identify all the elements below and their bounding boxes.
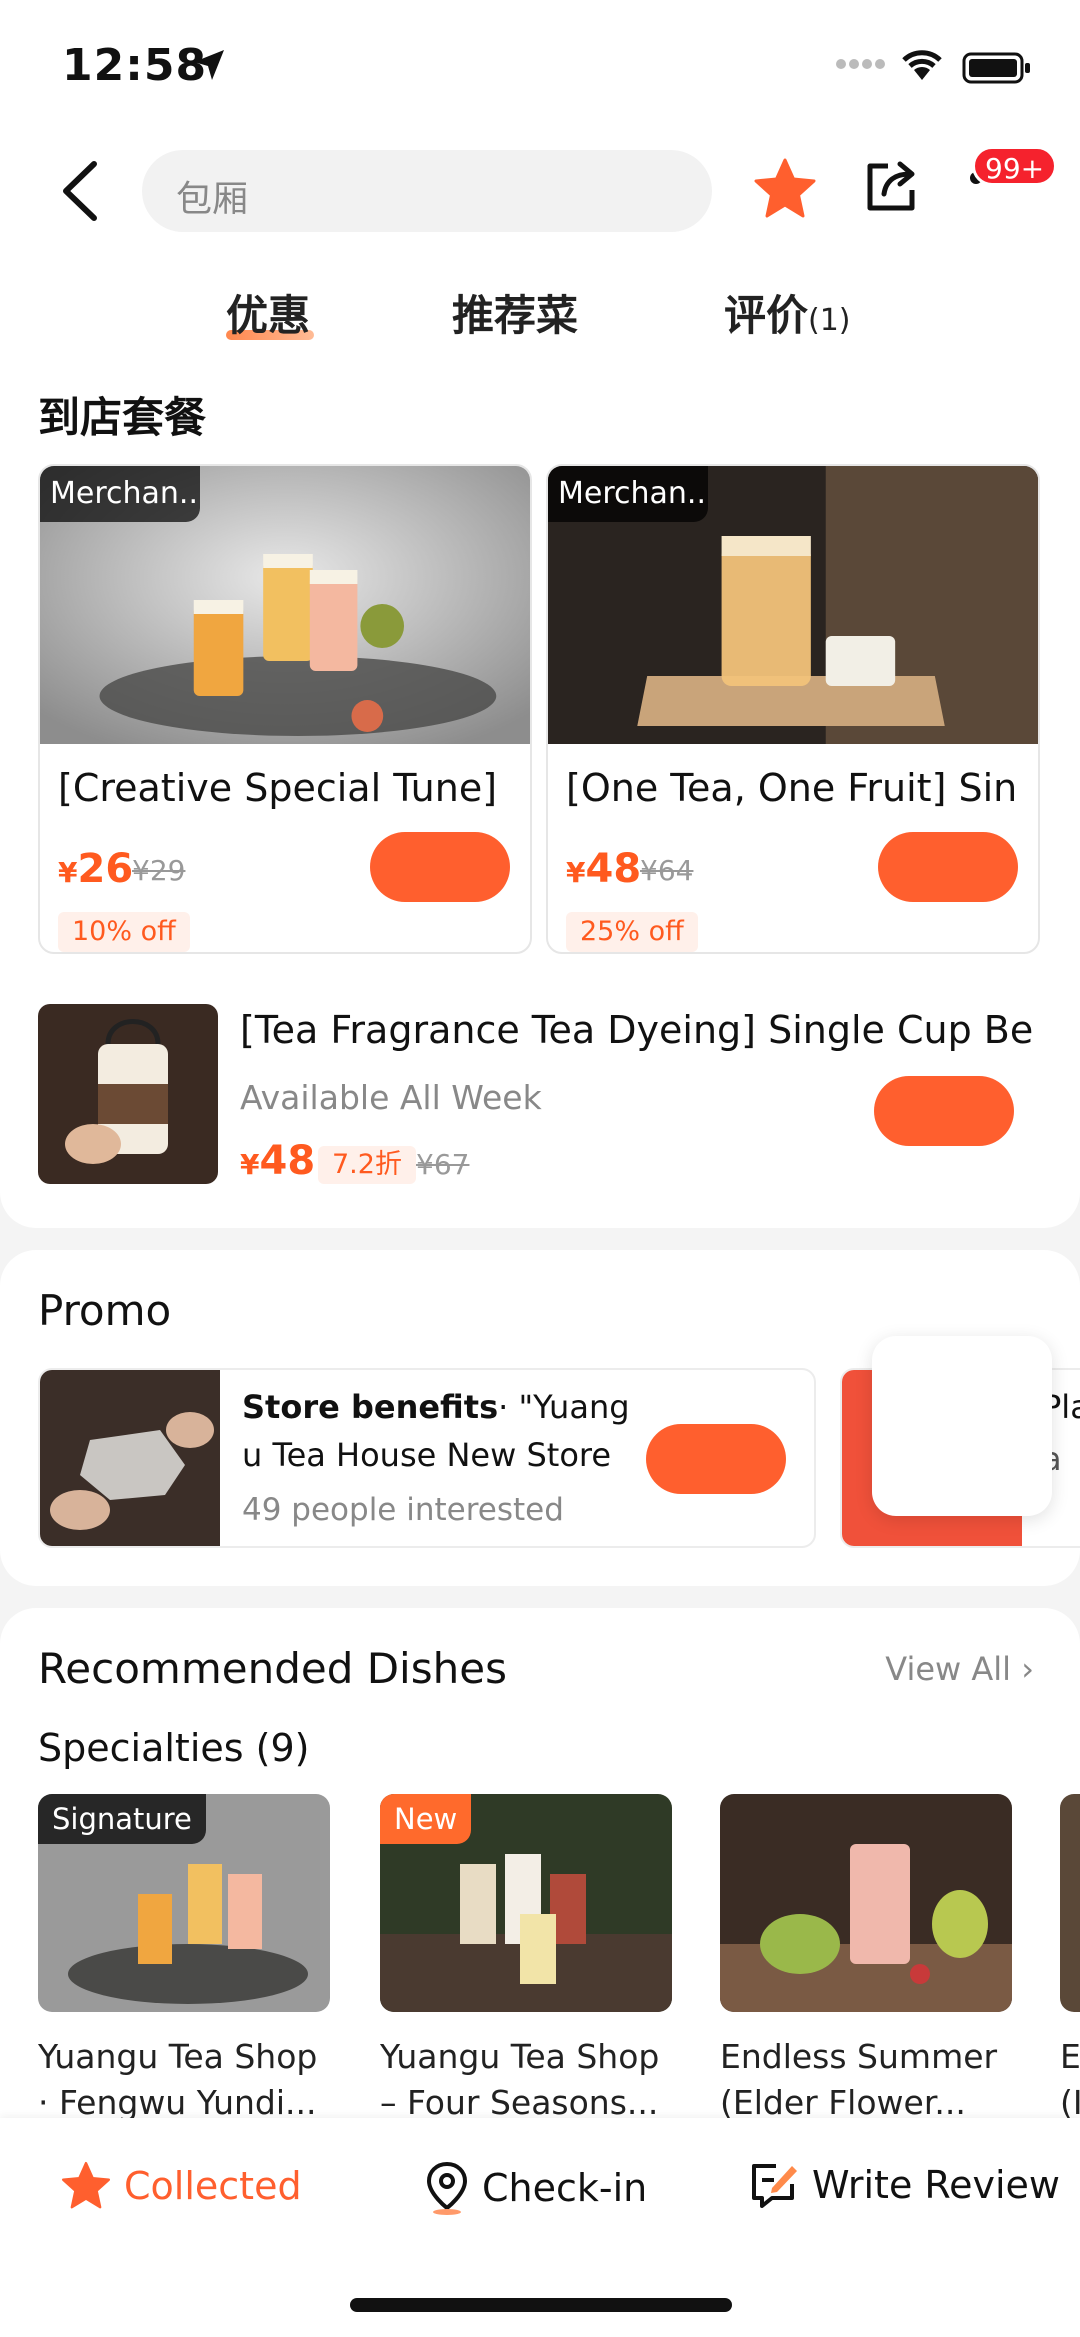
- view-all-link[interactable]: View All ›: [885, 1650, 1034, 1688]
- deal-price: ¥48: [566, 846, 641, 892]
- status-time: 12:58: [62, 40, 208, 91]
- dish-name-line1: Endless Summer: [720, 2037, 998, 2076]
- floating-widget[interactable]: [872, 1336, 1052, 1516]
- dish-name-line1: Yuangu Tea Shop: [38, 2037, 318, 2076]
- location-arrow-icon: [194, 50, 224, 80]
- edit-review-icon: [752, 2164, 797, 2208]
- promo-interest: 49 people interested: [242, 1492, 564, 1528]
- package-section: 到店套餐 Merchan... [Creative Special Tune] …: [0, 368, 1080, 1228]
- price-value: 48: [259, 1138, 316, 1184]
- discount-tag: 25% off: [566, 912, 698, 952]
- promo-sep: ·: [498, 1388, 509, 1426]
- bottom-action-bar: Collected Check-in Write Review: [0, 2118, 1080, 2337]
- row-deal-original-price: ¥67: [416, 1148, 470, 1181]
- dish-name-line1: Yuangu Tea Shop: [380, 2037, 660, 2076]
- cellular-signal-icon: [836, 59, 885, 69]
- merchant-tag: Merchan...: [40, 466, 200, 522]
- row-deal-name: [Tea Fragrance Tea Dyeing] Single Cup Be: [240, 1008, 1034, 1052]
- promo-line1: Store benefits· "Yuang: [242, 1388, 630, 1426]
- checkin-button[interactable]: Check-in: [424, 2160, 647, 2216]
- original-price: ¥29: [132, 854, 186, 887]
- promo-line2: u Tea House New Store: [242, 1436, 612, 1474]
- buy-button[interactable]: [878, 832, 1018, 902]
- tab-offers-label: 优惠: [226, 291, 311, 340]
- chevron-right-icon: ›: [1021, 1650, 1034, 1688]
- row-deal-price: ¥48: [240, 1138, 315, 1184]
- tab-recommended-label: 推荐菜: [452, 291, 579, 340]
- deal-price: ¥26: [58, 846, 133, 892]
- view-all-label: View All: [885, 1650, 1012, 1688]
- back-arrow-icon[interactable]: [54, 158, 114, 224]
- checkin-label: Check-in: [482, 2166, 648, 2210]
- dish-tag: New: [380, 1794, 472, 1844]
- collected-label: Collected: [124, 2164, 302, 2208]
- write-review-button[interactable]: Write Review: [748, 2160, 1060, 2210]
- dish-image: [1060, 1794, 1080, 2012]
- merchant-page: 12:58 包厢 99+ 优惠 推荐菜 评价(1) 到店套餐 Merchan..…: [0, 0, 1080, 2337]
- price-value: 48: [585, 846, 642, 892]
- promo-card[interactable]: Store benefits· "Yuang u Tea House New S…: [38, 1368, 816, 1548]
- row-deal-availability: Available All Week: [240, 1078, 542, 1117]
- favorite-star-icon[interactable]: [752, 156, 818, 222]
- currency-symbol: ¥: [566, 856, 586, 889]
- wifi-icon: [902, 50, 942, 80]
- promo-title: Promo: [38, 1286, 172, 1335]
- home-indicator: [350, 2298, 732, 2312]
- battery-icon: [962, 52, 1030, 84]
- notification-badge: 99+: [972, 146, 1058, 186]
- star-icon: [61, 2161, 111, 2209]
- merchant-tag: Merchan...: [548, 466, 708, 522]
- dish-card[interactable]: E (I: [1060, 1794, 1080, 2126]
- discount-tag: 10% off: [58, 912, 190, 952]
- deal-card[interactable]: Merchan... [One Tea, One Fruit] Sin ¥48 …: [546, 464, 1040, 954]
- search-input[interactable]: 包厢: [142, 150, 712, 232]
- section-tabs: 优惠 推荐菜 评价(1): [0, 248, 1080, 368]
- dish-card[interactable]: Endless Summer (Elder Flower...: [720, 1794, 1012, 2126]
- original-price: ¥64: [640, 854, 694, 887]
- price-value: 26: [77, 846, 134, 892]
- collected-button[interactable]: Collected: [60, 2160, 302, 2212]
- deal-name: [One Tea, One Fruit] Sin: [566, 766, 1018, 810]
- currency-symbol: ¥: [240, 1148, 260, 1181]
- promo-benefit-label: Store benefits: [242, 1388, 499, 1426]
- buy-button[interactable]: [370, 832, 510, 902]
- currency-symbol: ¥: [58, 856, 78, 889]
- promo-action-button[interactable]: [646, 1424, 786, 1494]
- promo-image: [40, 1370, 220, 1546]
- dish-name-line1: E: [1060, 2037, 1080, 2076]
- row-deal-discount: 7.2折: [318, 1146, 416, 1184]
- location-pin-icon: [426, 2161, 468, 2215]
- deal-card[interactable]: Merchan... [Creative Special Tune] ¥26 ¥…: [38, 464, 532, 954]
- dish-image: [720, 1794, 1012, 2012]
- dish-image: Signature: [38, 1794, 330, 2012]
- row-deal-image: [38, 1004, 218, 1184]
- tab-reviews-label: 评价: [724, 291, 809, 340]
- write-review-label: Write Review: [812, 2163, 1060, 2207]
- deal-name: [Creative Special Tune]: [58, 766, 498, 810]
- specialties-title: Specialties (9): [38, 1726, 310, 1770]
- search-placeholder: 包厢: [176, 179, 249, 220]
- dish-card[interactable]: Signature Yuangu Tea Shop · Fengwu Yundi…: [38, 1794, 330, 2126]
- top-nav: 包厢 99+: [0, 130, 1080, 248]
- dish-card[interactable]: New Yuangu Tea Shop – Four Seasons...: [380, 1794, 672, 2126]
- section-title: 到店套餐: [38, 393, 207, 442]
- share-icon[interactable]: [862, 158, 920, 216]
- tab-recommended[interactable]: 推荐菜: [452, 282, 578, 343]
- promo-line1-text: "Yuang: [508, 1388, 630, 1426]
- buy-button[interactable]: [874, 1076, 1014, 1146]
- tab-offers[interactable]: 优惠: [226, 282, 310, 343]
- dish-tag: Signature: [38, 1794, 206, 1844]
- dish-image: New: [380, 1794, 672, 2012]
- recommended-title: Recommended Dishes: [38, 1644, 507, 1693]
- tab-reviews-count: (1): [808, 303, 851, 338]
- status-bar: 12:58: [0, 0, 1080, 130]
- tab-reviews[interactable]: 评价(1): [724, 282, 851, 343]
